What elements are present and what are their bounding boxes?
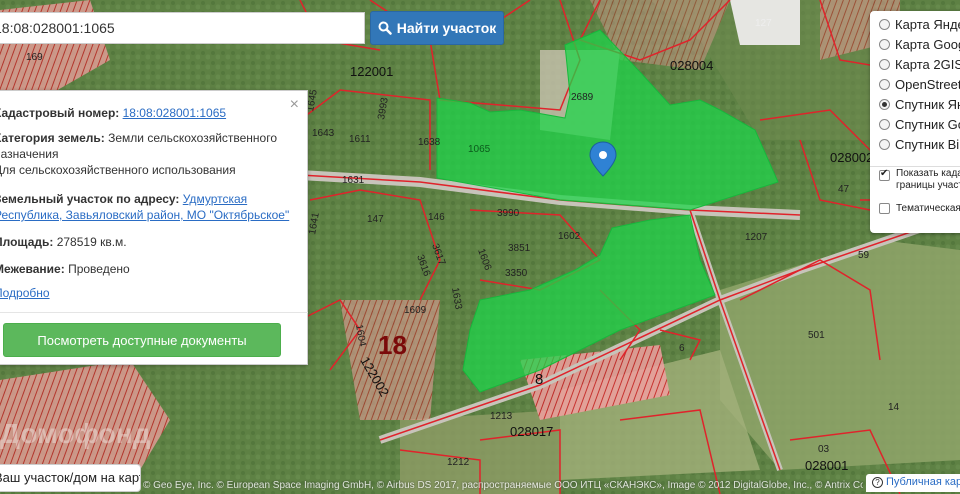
address-cont: Республика, Завьяловский район, МО "Октя… bbox=[0, 207, 289, 223]
map-label: 147 bbox=[367, 214, 384, 225]
find-parcel-button-label: Найти участок bbox=[396, 20, 497, 36]
layer-option-label: Карта Google bbox=[895, 37, 960, 52]
area-value: 278519 кв.м. bbox=[56, 235, 127, 249]
map-label: 1643 bbox=[312, 128, 335, 139]
public-map-link[interactable]: ?Публичная карта bbox=[866, 474, 960, 492]
map-label: 1631 bbox=[342, 175, 365, 186]
divider bbox=[0, 312, 308, 313]
public-map-label: Публичная карта bbox=[886, 476, 960, 488]
layer-option-google-map[interactable]: Карта Google bbox=[879, 37, 960, 52]
map-label: 1212 bbox=[447, 457, 470, 468]
map-label: 169 bbox=[26, 52, 43, 63]
search-icon bbox=[378, 21, 392, 35]
help-icon[interactable]: ? bbox=[872, 477, 883, 488]
cadastral-boundaries-toggle[interactable]: Показать кадастровые границы участков bbox=[879, 168, 960, 192]
radio-button-selected[interactable] bbox=[879, 99, 890, 110]
map-label: 14 bbox=[888, 402, 900, 413]
layer-option-label: Спутник Bing bbox=[895, 137, 960, 152]
layer-option-yandex-map[interactable]: Карта Яндекс bbox=[879, 17, 960, 32]
divider bbox=[870, 166, 960, 167]
survey-value: Проведено bbox=[68, 262, 130, 276]
map-label: 1602 bbox=[558, 231, 581, 242]
layer-option-label: Карта 2GIS bbox=[895, 57, 960, 72]
map-label: 1065 bbox=[468, 144, 491, 155]
map-label: 3990 bbox=[497, 208, 520, 219]
add-property-prompt[interactable]: Ваш участок/дом на карте? bbox=[0, 464, 141, 492]
map-label: 1213 bbox=[490, 411, 513, 422]
map-label: 2689 bbox=[571, 92, 594, 103]
cadastral-boundaries-line2: границы участков bbox=[896, 180, 960, 191]
map-label: 3851 bbox=[508, 243, 531, 254]
area-label: Площадь: bbox=[0, 235, 54, 249]
map-label: 8 bbox=[535, 371, 543, 388]
layer-option-label: Карта Яндекс bbox=[895, 17, 960, 32]
map-label: 1638 bbox=[418, 137, 441, 148]
checkbox-checked[interactable] bbox=[879, 168, 890, 181]
map-label: 028004 bbox=[670, 58, 713, 73]
find-parcel-button[interactable]: Найти участок bbox=[370, 11, 504, 45]
radio-button[interactable] bbox=[879, 39, 890, 50]
map-label: 1611 bbox=[349, 134, 371, 145]
cadastral-boundaries-line1: Показать кадастровые bbox=[896, 168, 960, 179]
cadastral-number-row: Кадастровый номер: 18:08:028001:1065 bbox=[0, 105, 226, 121]
layer-option-label: Спутник Google bbox=[895, 117, 960, 132]
layer-option-label: OpenStreetMap bbox=[895, 77, 960, 92]
checkbox[interactable] bbox=[879, 203, 890, 214]
land-use-value: Для сельскохозяйственного использования bbox=[0, 163, 236, 177]
close-icon[interactable]: × bbox=[290, 96, 299, 114]
radio-button[interactable] bbox=[879, 119, 890, 130]
land-category-cont: назначения bbox=[0, 147, 59, 161]
map-label: 59 bbox=[858, 250, 870, 261]
details-link[interactable]: Подробно bbox=[0, 286, 50, 300]
map-label: 146 bbox=[428, 212, 445, 223]
layer-option-yandex-satellite[interactable]: Спутник Яндекс bbox=[879, 97, 960, 112]
map-label: 3350 bbox=[505, 268, 528, 279]
layer-option-2gis-map[interactable]: Карта 2GIS bbox=[879, 57, 960, 72]
area-row: Площадь: 278519 кв.м. bbox=[0, 234, 127, 250]
map-label: 028002 bbox=[830, 150, 873, 165]
thematic-map-label: Тематическая карта bbox=[896, 203, 960, 214]
survey-row: Межевание: Проведено bbox=[0, 261, 130, 277]
address-link[interactable]: Удмуртская bbox=[183, 192, 247, 206]
parcel-info-panel: × Кадастровый номер: 18:08:028001:1065 К… bbox=[0, 90, 308, 365]
land-category-row: Категория земель: Земли сельскохозяйстве… bbox=[0, 130, 277, 146]
map-label: 47 bbox=[838, 184, 850, 195]
layers-panel: Карта Яндекс Карта Google Карта 2GIS Ope… bbox=[870, 11, 960, 233]
map-label: 122001 bbox=[350, 64, 393, 79]
map-label: 6 bbox=[679, 343, 685, 354]
map-label: 028017 bbox=[510, 424, 553, 439]
cadastral-number-label: Кадастровый номер: bbox=[0, 106, 120, 120]
radio-button[interactable] bbox=[879, 59, 890, 70]
map-label: 18 bbox=[378, 330, 407, 360]
layer-option-label: Спутник Яндекс bbox=[895, 97, 960, 112]
map-label: 127 bbox=[755, 18, 772, 29]
radio-button[interactable] bbox=[879, 139, 890, 150]
watermark-text: Домофонд bbox=[0, 418, 151, 449]
land-category-label: Категория земель: bbox=[0, 131, 105, 145]
map-label: 03 bbox=[818, 444, 830, 455]
map-label: 028001 bbox=[805, 458, 848, 473]
map-label: 501 bbox=[808, 330, 825, 341]
details-row: Подробно bbox=[0, 285, 50, 301]
thematic-map-toggle[interactable]: Тематическая карта bbox=[879, 203, 960, 215]
layer-option-google-satellite[interactable]: Спутник Google bbox=[879, 117, 960, 132]
survey-label: Межевание: bbox=[0, 262, 65, 276]
cadastral-number-link[interactable]: 18:08:028001:1065 bbox=[123, 106, 226, 120]
land-category-value: Земли сельскохозяйственного bbox=[108, 131, 278, 145]
radio-button[interactable] bbox=[879, 79, 890, 90]
map-label: 1207 bbox=[745, 232, 768, 243]
layer-option-openstreetmap[interactable]: OpenStreetMap bbox=[879, 77, 960, 92]
address-label: Земельный участок по адресу: bbox=[0, 192, 180, 206]
view-documents-button[interactable]: Посмотреть доступные документы bbox=[3, 323, 281, 357]
search-input[interactable]: 18:08:028001:1065 bbox=[0, 12, 365, 44]
radio-button[interactable] bbox=[879, 19, 890, 30]
address-link-cont[interactable]: Республика, Завьяловский район, МО "Октя… bbox=[0, 208, 289, 222]
layer-option-bing-satellite[interactable]: Спутник Bing bbox=[879, 137, 960, 152]
map-label: 1609 bbox=[404, 305, 427, 316]
map-attribution: © Geo Eye, Inc. © European Space Imaging… bbox=[143, 480, 863, 491]
address-row: Земельный участок по адресу: Удмуртская bbox=[0, 191, 247, 207]
cadastral-boundaries-label: Показать кадастровые границы участков bbox=[896, 168, 960, 192]
